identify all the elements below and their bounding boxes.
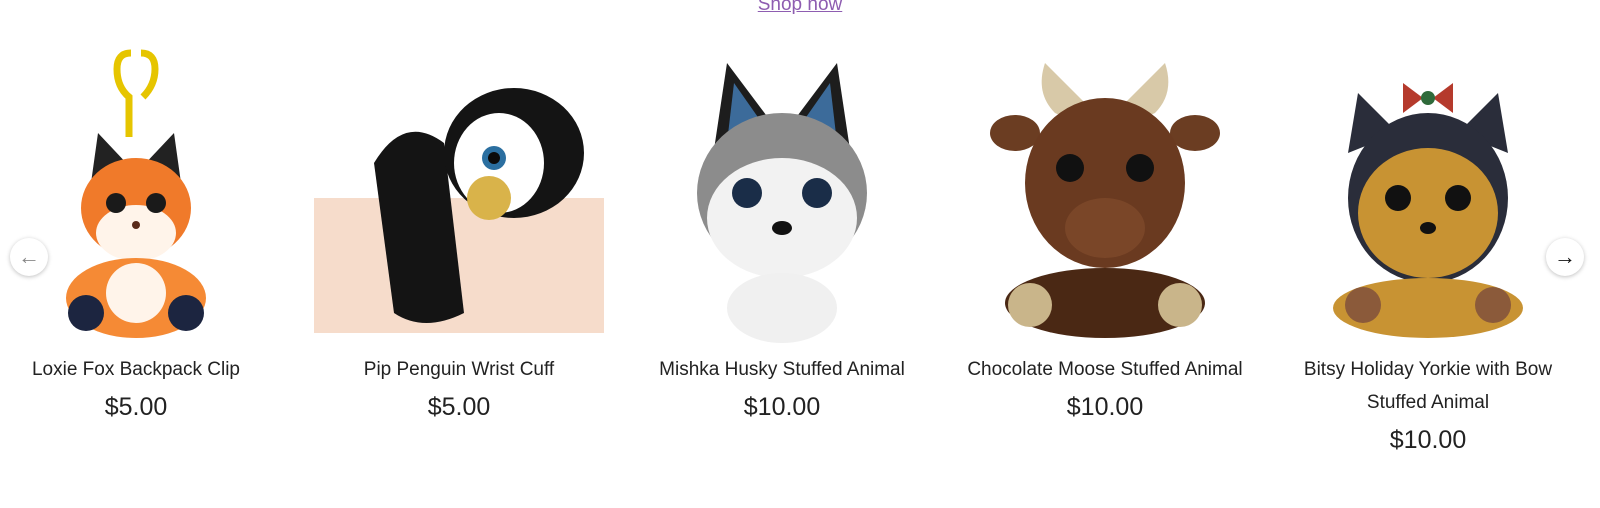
product-title[interactable]: Loxie Fox Backpack Clip: [0, 353, 286, 386]
husky-plush-image[interactable]: [632, 40, 932, 345]
product-carousel: ← Loxie Fox Backpack Clip $5.00 Pip Peng…: [0, 40, 1600, 508]
carousel-next-button[interactable]: →: [1546, 238, 1584, 276]
product-card[interactable]: Mishka Husky Stuffed Animal $10.00: [632, 40, 932, 424]
product-price: $10.00: [1389, 426, 1467, 454]
arrow-left-icon: ←: [18, 244, 40, 269]
arrow-right-icon: →: [1554, 244, 1576, 269]
product-title[interactable]: Bitsy Holiday Yorkie with Bow Stuffed An…: [1278, 353, 1578, 419]
page: Shop now ← Loxie Fox Backpack Clip $5.00…: [0, 0, 1600, 508]
product-card[interactable]: Bitsy Holiday Yorkie with Bow Stuffed An…: [1278, 40, 1578, 457]
product-title[interactable]: Chocolate Moose Stuffed Animal: [955, 353, 1255, 386]
product-price: $10.00: [743, 393, 821, 421]
moose-plush-image[interactable]: [955, 40, 1255, 345]
product-price: $5.00: [104, 393, 168, 421]
product-card[interactable]: Loxie Fox Backpack Clip $5.00: [0, 40, 286, 424]
product-title[interactable]: Pip Penguin Wrist Cuff: [309, 353, 609, 386]
shop-now-link[interactable]: Shop now: [0, 0, 1600, 16]
product-price: $10.00: [1066, 393, 1144, 421]
yorkie-plush-image[interactable]: [1278, 40, 1578, 345]
product-card[interactable]: Pip Penguin Wrist Cuff $5.00: [309, 40, 609, 424]
product-title[interactable]: Mishka Husky Stuffed Animal: [632, 353, 932, 386]
product-card[interactable]: Chocolate Moose Stuffed Animal $10.00: [955, 40, 1255, 424]
product-price: $5.00: [427, 393, 491, 421]
carousel-prev-button[interactable]: ←: [10, 238, 48, 276]
fox-plush-image[interactable]: [0, 40, 286, 345]
penguin-plush-image[interactable]: [309, 40, 609, 345]
